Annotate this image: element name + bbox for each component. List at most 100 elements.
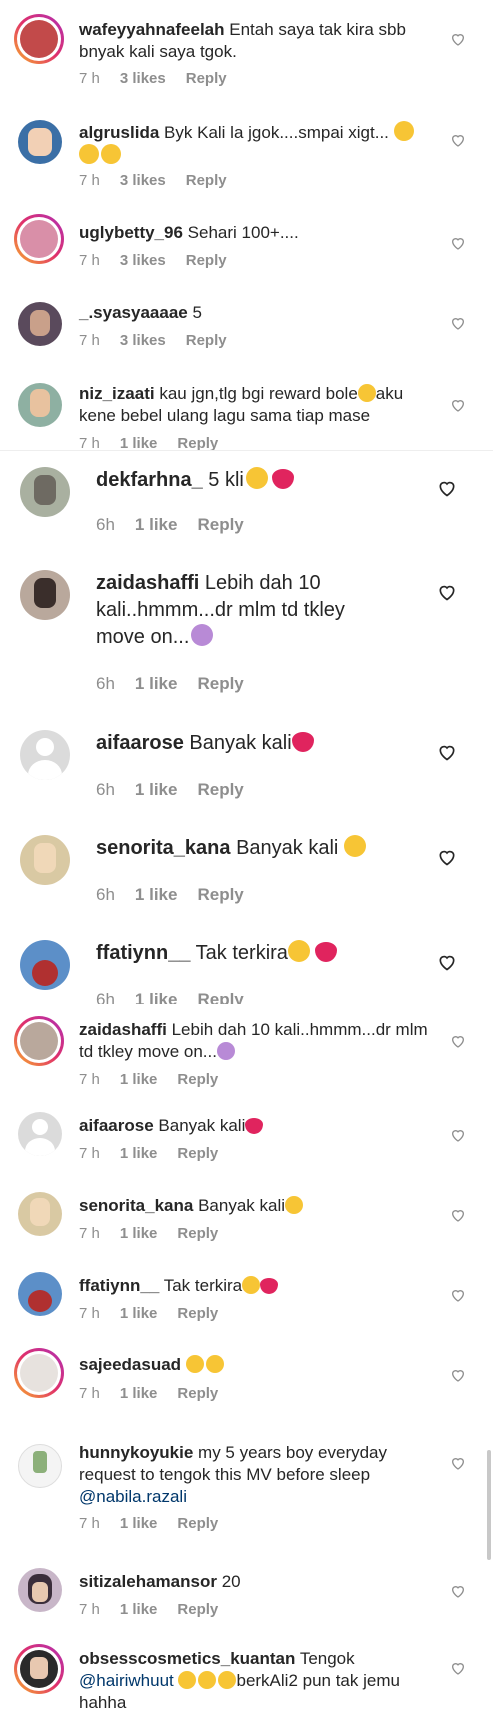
like-heart-icon[interactable] — [450, 315, 466, 331]
reply-button[interactable]: Reply — [177, 1385, 218, 1402]
heart-eyes-emoji-icon — [198, 1671, 217, 1689]
username[interactable]: _.syasyaaaae — [79, 303, 188, 322]
avatar[interactable] — [18, 1568, 62, 1612]
avatar[interactable] — [14, 1644, 64, 1694]
avatar[interactable] — [20, 835, 70, 885]
avatar[interactable] — [18, 1272, 62, 1316]
likes-count[interactable]: 3 likes — [120, 70, 166, 87]
like-heart-icon[interactable] — [450, 1660, 466, 1676]
avatar[interactable] — [20, 570, 70, 620]
username[interactable]: niz_izaati — [79, 384, 155, 403]
username[interactable]: obsesscosmetics_kuantan — [79, 1649, 295, 1668]
username[interactable]: hunnykoyukie — [79, 1443, 193, 1462]
likes-count[interactable]: 1 like — [120, 1305, 158, 1322]
reply-button[interactable]: Reply — [177, 1601, 218, 1618]
avatar[interactable] — [20, 730, 70, 780]
username[interactable]: ffatiynn__ — [79, 1276, 159, 1295]
like-heart-icon[interactable] — [450, 397, 466, 413]
likes-count[interactable]: 1 like — [135, 885, 178, 904]
like-heart-icon[interactable] — [450, 1207, 466, 1223]
like-heart-icon[interactable] — [450, 1033, 466, 1049]
mention-link[interactable]: @nabila.razali — [79, 1487, 187, 1506]
like-heart-icon[interactable] — [450, 1455, 466, 1471]
username[interactable]: zaidashaffi — [79, 1020, 167, 1039]
reply-button[interactable]: Reply — [177, 1305, 218, 1322]
reply-button[interactable]: Reply — [186, 70, 227, 87]
likes-count[interactable]: 3 likes — [120, 252, 166, 269]
mention-link[interactable]: @hairiwhuut — [79, 1671, 174, 1690]
likes-count[interactable]: 1 like — [120, 1601, 158, 1618]
reply-button[interactable]: Reply — [177, 1515, 218, 1532]
avatar[interactable] — [18, 302, 62, 346]
likes-count[interactable]: 1 like — [135, 990, 178, 1004]
avatar[interactable] — [18, 1112, 62, 1156]
username[interactable]: zaidashaffi — [96, 572, 199, 594]
like-heart-icon[interactable] — [450, 235, 466, 251]
username[interactable]: senorita_kana — [96, 837, 231, 859]
reply-button[interactable]: Reply — [197, 885, 243, 904]
avatar[interactable] — [14, 1348, 64, 1398]
like-heart-icon[interactable] — [450, 31, 466, 47]
likes-count[interactable]: 3 likes — [120, 332, 166, 349]
reply-button[interactable]: Reply — [197, 780, 243, 799]
likes-count[interactable]: 1 like — [135, 780, 178, 799]
username[interactable]: uglybetty_96 — [79, 223, 183, 242]
likes-count[interactable]: 1 like — [120, 1071, 158, 1088]
avatar[interactable] — [14, 1016, 64, 1066]
like-heart-icon[interactable] — [450, 1583, 466, 1599]
reply-button[interactable]: Reply — [186, 332, 227, 349]
like-heart-icon[interactable] — [437, 478, 457, 498]
timestamp: 7 h — [79, 1145, 100, 1162]
reply-button[interactable]: Reply — [186, 252, 227, 269]
likes-count[interactable]: 1 like — [135, 674, 178, 693]
reply-button[interactable]: Reply — [197, 674, 243, 693]
avatar[interactable] — [14, 214, 64, 264]
like-heart-icon[interactable] — [450, 1127, 466, 1143]
likes-count[interactable]: 1 like — [120, 1385, 158, 1402]
likes-count[interactable]: 1 like — [120, 435, 158, 450]
likes-count[interactable]: 1 like — [120, 1145, 158, 1162]
like-heart-icon[interactable] — [437, 582, 457, 602]
avatar[interactable] — [14, 14, 64, 64]
username[interactable]: sajeedasuad — [79, 1355, 181, 1374]
username[interactable]: wafeyyahnafeelah — [79, 20, 225, 39]
reply-button[interactable]: Reply — [186, 172, 227, 189]
likes-count[interactable]: 1 like — [120, 1515, 158, 1532]
avatar[interactable] — [18, 120, 62, 164]
username[interactable]: sitizalehamansor — [79, 1572, 217, 1591]
avatar[interactable] — [20, 940, 70, 990]
star-struck-emoji-icon — [343, 835, 366, 857]
squinting-tongue-emoji-icon — [205, 1355, 224, 1373]
likes-count[interactable]: 3 likes — [120, 172, 166, 189]
like-heart-icon[interactable] — [437, 952, 457, 972]
like-heart-icon[interactable] — [450, 1287, 466, 1303]
person-shrugging-emoji-icon — [191, 624, 214, 646]
username[interactable]: aifaarose — [79, 1116, 154, 1135]
likes-count[interactable]: 1 like — [120, 1225, 158, 1242]
username[interactable]: aifaarose — [96, 732, 184, 754]
username[interactable]: dekfarhna_ — [96, 469, 203, 491]
scrollbar[interactable] — [487, 1450, 491, 1560]
reply-button[interactable]: Reply — [197, 515, 243, 534]
username[interactable]: algruslida — [79, 123, 159, 142]
heart-eyes-emoji-icon — [218, 1671, 237, 1689]
likes-count[interactable]: 1 like — [135, 515, 178, 534]
comment-body: kau jgn,tlg bgi reward bole — [159, 384, 358, 403]
avatar[interactable] — [18, 1192, 62, 1236]
reply-button[interactable]: Reply — [177, 435, 218, 450]
like-heart-icon[interactable] — [437, 742, 457, 762]
reply-button[interactable]: Reply — [177, 1225, 218, 1242]
laughing-emoji-icon — [357, 384, 376, 402]
avatar[interactable] — [20, 467, 70, 517]
reply-button[interactable]: Reply — [177, 1071, 218, 1088]
username[interactable]: ffatiynn__ — [96, 942, 190, 964]
avatar[interactable] — [18, 1444, 62, 1488]
avatar[interactable] — [18, 383, 62, 427]
like-heart-icon[interactable] — [450, 132, 466, 148]
comment-item: sajeedasuad 7 h 1 like Reply — [0, 1334, 493, 1414]
like-heart-icon[interactable] — [437, 847, 457, 867]
reply-button[interactable]: Reply — [197, 990, 243, 1004]
like-heart-icon[interactable] — [450, 1367, 466, 1383]
reply-button[interactable]: Reply — [177, 1145, 218, 1162]
username[interactable]: senorita_kana — [79, 1196, 193, 1215]
